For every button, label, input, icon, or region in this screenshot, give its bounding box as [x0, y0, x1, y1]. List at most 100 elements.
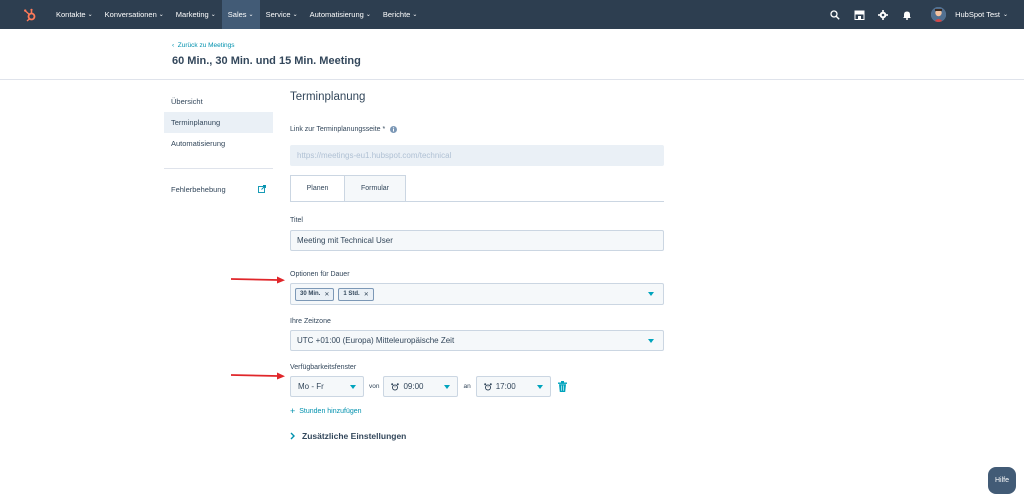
sidebar-item-fehlerbehebung[interactable]: Fehlerbehebung	[164, 179, 273, 200]
chip-label: 1 Std.	[343, 291, 360, 297]
title-input[interactable]: Meeting mit Technical User	[290, 230, 664, 251]
add-hours-button[interactable]: + Stunden hinzufügen	[290, 406, 664, 416]
section-title: Terminplanung	[290, 91, 366, 103]
caret-down-icon	[350, 384, 356, 389]
tab-formular[interactable]: Formular	[345, 175, 406, 201]
tab-label: Formular	[360, 185, 389, 192]
extra-settings-toggle[interactable]: Zusätzliche Einstellungen	[290, 431, 664, 441]
link-field[interactable]: https://meetings-eu1.hubspot.com/technic…	[290, 145, 664, 166]
bell-icon[interactable]	[900, 8, 914, 22]
annotation-arrow-duration	[230, 276, 285, 284]
nav-item-marketing[interactable]: Marketing ⌄	[170, 0, 222, 29]
sidebar-item-label: Fehlerbehebung	[171, 185, 226, 194]
page-title: 60 Min., 30 Min. und 15 Min. Meeting	[172, 55, 361, 67]
link-placeholder: https://meetings-eu1.hubspot.com/technic…	[297, 151, 452, 160]
duration-chip: 30 Min. ✕	[295, 287, 335, 301]
link-label: Link zur Terminplanungsseite *	[290, 125, 386, 133]
help-label: Hilfe	[994, 477, 1009, 484]
chevron-right-icon	[290, 432, 295, 440]
main-content: Terminplanung Link zur Terminplanungssei…	[290, 91, 664, 441]
nav-item-label: Kontakte	[56, 10, 86, 19]
page-header: ‹ Zurück zu Meetings 60 Min., 30 Min. un…	[0, 29, 1024, 80]
from-time-select[interactable]: 09:00	[383, 376, 459, 397]
close-icon[interactable]: ✕	[324, 291, 329, 298]
to-label: an	[463, 383, 471, 390]
gear-icon[interactable]	[876, 8, 890, 22]
add-hours-label: Stunden hinzufügen	[299, 407, 362, 415]
back-link[interactable]: ‹ Zurück zu Meetings	[172, 42, 235, 49]
nav-item-label: Service	[265, 10, 291, 19]
sidebar-divider	[164, 168, 273, 169]
nav-item-sales[interactable]: Sales ⌄	[221, 0, 260, 29]
sidebar-item-terminplanung[interactable]: Terminplanung	[164, 112, 273, 133]
trash-icon[interactable]	[557, 381, 567, 392]
sidebar-item-automatisierung[interactable]: Automatisierung	[164, 133, 273, 154]
nav-item-label: Berichte	[382, 10, 411, 19]
to-time-select[interactable]: 17:00	[475, 376, 551, 397]
days-select[interactable]: Mo - Fr	[290, 376, 364, 397]
annotation-arrow-availability	[230, 372, 285, 380]
nav-right-tools: HubSpot Test ⌄	[823, 0, 1024, 29]
account-name: HubSpot Test	[955, 10, 1000, 19]
nav-item-konversationen[interactable]: Konversationen ⌄	[99, 0, 170, 29]
info-icon[interactable]	[390, 120, 398, 138]
chevron-left-icon: ‹	[172, 42, 175, 49]
sidebar: Übersicht Terminplanung Automatisierung …	[164, 91, 273, 200]
close-icon[interactable]: ✕	[364, 291, 369, 298]
timezone-label: Ihre Zeitzone	[290, 318, 331, 325]
caret-down-icon	[536, 384, 543, 389]
alarm-clock-icon	[391, 382, 400, 391]
chip-label: 30 Min.	[300, 291, 321, 297]
tab-label: Planen	[306, 185, 329, 192]
hubspot-logo-icon[interactable]	[22, 7, 38, 23]
top-navigation: Kontakte ⌄ Konversationen ⌄ Marketing ⌄ Sal…	[0, 0, 1024, 29]
title-value: Meeting mit Technical User	[297, 236, 393, 245]
help-button[interactable]: Hilfe	[988, 467, 1016, 494]
availability-row: Mo - Fr von 09:00 an 17:00	[290, 376, 664, 397]
chevron-down-icon: ⌄	[412, 12, 418, 18]
availability-label: Verfügbarkeitsfenster	[290, 364, 357, 371]
nav-item-label: Automatisierung	[309, 10, 364, 19]
sidebar-item-label: Terminplanung	[171, 118, 221, 127]
caret-down-icon	[648, 338, 654, 343]
nav-item-label: Sales	[227, 10, 247, 19]
alarm-clock-icon	[483, 382, 492, 391]
nav-item-automatisierung[interactable]: Automatisierung ⌄	[304, 0, 377, 29]
from-label: von	[369, 383, 380, 390]
nav-item-berichte[interactable]: Berichte ⌄	[377, 0, 424, 29]
external-link-icon	[258, 184, 266, 195]
nav-item-kontakte[interactable]: Kontakte ⌄	[50, 0, 99, 29]
nav-item-label: Konversationen	[104, 10, 157, 19]
chevron-down-icon: ⌄	[365, 12, 371, 18]
days-value: Mo - Fr	[298, 382, 324, 391]
chevron-down-icon: ⌄	[87, 12, 93, 18]
nav-item-service[interactable]: Service ⌄	[260, 0, 304, 29]
title-label: Titel	[290, 217, 303, 224]
extra-settings-label: Zusätzliche Einstellungen	[302, 431, 407, 441]
chevron-down-icon: ⌄	[248, 12, 254, 18]
chevron-down-icon: ⌄	[1002, 12, 1008, 18]
duration-label: Optionen für Dauer	[290, 271, 350, 278]
to-time-value: 17:00	[495, 382, 516, 391]
tab-planen[interactable]: Planen	[290, 175, 345, 201]
sidebar-item-label: Automatisierung	[171, 139, 226, 148]
chevron-down-icon: ⌄	[292, 12, 298, 18]
avatar	[931, 7, 947, 22]
chevron-down-icon: ⌄	[210, 12, 216, 18]
chevron-down-icon: ⌄	[158, 12, 164, 18]
caret-down-icon	[648, 292, 654, 296]
plus-icon: +	[290, 406, 296, 416]
duration-select[interactable]: 30 Min. ✕ 1 Std. ✕	[290, 283, 664, 305]
duration-chip: 1 Std. ✕	[338, 287, 374, 301]
account-menu[interactable]: HubSpot Test ⌄	[931, 7, 1008, 22]
marketplace-icon[interactable]	[852, 8, 866, 22]
search-icon[interactable]	[828, 8, 842, 22]
sidebar-item-label: Übersicht	[171, 97, 203, 106]
from-time-value: 09:00	[403, 382, 424, 391]
sidebar-item-uebersicht[interactable]: Übersicht	[164, 91, 273, 112]
tab-bar: Planen Formular	[290, 175, 664, 202]
timezone-value: UTC +01:00 (Europa) Mitteleuropäische Ze…	[297, 336, 455, 345]
timezone-select[interactable]: UTC +01:00 (Europa) Mitteleuropäische Ze…	[290, 330, 664, 351]
nav-item-label: Marketing	[175, 10, 209, 19]
caret-down-icon	[444, 384, 451, 389]
